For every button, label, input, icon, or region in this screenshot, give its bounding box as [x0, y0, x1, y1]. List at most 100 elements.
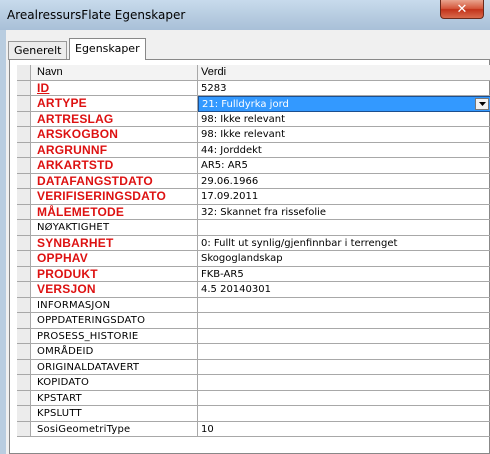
- property-value-cell[interactable]: [198, 360, 490, 375]
- property-row[interactable]: ARSKOGBON 98: Ikke relevant: [17, 127, 490, 143]
- tab-egenskaper[interactable]: Egenskaper: [69, 38, 146, 60]
- row-selector[interactable]: [17, 344, 31, 360]
- row-selector[interactable]: [17, 282, 31, 298]
- property-value-cell[interactable]: [198, 298, 490, 313]
- row-selector[interactable]: [17, 189, 31, 205]
- property-name: OMRÅDEID: [37, 346, 94, 357]
- property-row[interactable]: OMRÅDEID: [17, 344, 490, 360]
- property-value-cell[interactable]: Skogoglandskap: [198, 251, 490, 267]
- property-value: Skogoglandskap: [201, 253, 283, 264]
- row-selector[interactable]: [17, 421, 31, 437]
- property-name: PROSESS_HISTORIE: [37, 330, 139, 342]
- property-value-cell[interactable]: [198, 344, 490, 360]
- row-selector[interactable]: [17, 127, 31, 143]
- row-selector[interactable]: [17, 173, 31, 189]
- property-row[interactable]: OPPHAV Skogoglandskap: [17, 251, 490, 267]
- property-row[interactable]: PROSESS_HISTORIE: [17, 328, 490, 344]
- property-value-cell[interactable]: 32: Skannet fra rissefolie: [198, 205, 490, 220]
- property-row[interactable]: ARGRUNNF 44: Jorddekt: [17, 142, 490, 158]
- row-selector[interactable]: [17, 158, 31, 174]
- property-row[interactable]: DATAFANGSTDATO 29.06.1966: [17, 173, 490, 189]
- chevron-down-icon: [478, 102, 486, 106]
- property-value: 17.09.2011: [201, 191, 259, 202]
- property-value: 44: Jorddekt: [201, 144, 262, 156]
- property-row[interactable]: KOPIDATO: [17, 375, 490, 391]
- row-selector[interactable]: [17, 111, 31, 127]
- property-value-cell[interactable]: 98: Ikke relevant: [198, 112, 490, 127]
- property-row[interactable]: INFORMASJON: [17, 297, 490, 313]
- property-value-cell[interactable]: 44: Jorddekt: [198, 143, 490, 158]
- property-value-cell[interactable]: 4.5 20140301: [198, 282, 490, 298]
- close-button[interactable]: ✕: [440, 0, 484, 19]
- property-value-cell[interactable]: [198, 313, 490, 329]
- property-name: DATAFANGSTDATO: [37, 173, 153, 188]
- property-name: ARSKOGBON: [37, 127, 119, 141]
- row-selector[interactable]: [17, 313, 31, 329]
- property-name-cell: PROSESS_HISTORIE: [31, 328, 198, 344]
- property-value-cell[interactable]: 21: Fulldyrka jord: [198, 96, 490, 112]
- row-selector[interactable]: [17, 266, 31, 282]
- property-value-cell[interactable]: FKB-AR5: [198, 267, 490, 282]
- property-value-cell[interactable]: [198, 329, 490, 344]
- property-row[interactable]: MÅLEMETODE 32: Skannet fra rissefolie: [17, 204, 490, 220]
- property-grid: Navn Verdi ID 5283 ARTYPE 21: Fulldyrka jor…: [17, 65, 490, 437]
- property-value-cell[interactable]: [198, 391, 490, 406]
- property-value-cell[interactable]: [198, 375, 490, 391]
- row-selector[interactable]: [17, 297, 31, 313]
- row-selector[interactable]: [17, 375, 31, 391]
- row-selector[interactable]: [17, 251, 31, 267]
- row-selector[interactable]: [17, 406, 31, 422]
- row-selector[interactable]: [17, 328, 31, 344]
- property-name: VERIFISERINGSDATO: [37, 189, 166, 203]
- property-row[interactable]: VERIFISERINGSDATO 17.09.2011: [17, 189, 490, 205]
- dialog-client-area: Generelt Egenskaper Navn Verdi ID 5283 ART…: [6, 30, 490, 454]
- property-row[interactable]: OPPDATERINGSDATO: [17, 313, 490, 329]
- property-value: 21: Fulldyrka jord: [202, 99, 289, 110]
- property-value-cell[interactable]: 29.06.1966: [198, 174, 490, 189]
- property-value-cell[interactable]: 98: Ikke relevant: [198, 127, 490, 143]
- property-name: ARGRUNNF: [37, 142, 108, 157]
- property-value-cell[interactable]: [198, 220, 490, 236]
- row-selector[interactable]: [17, 235, 31, 251]
- row-selector[interactable]: [17, 142, 31, 158]
- property-value-cell[interactable]: AR5: AR5: [198, 158, 490, 174]
- property-row[interactable]: VERSJON 4.5 20140301: [17, 282, 490, 298]
- row-selector[interactable]: [17, 390, 31, 406]
- property-name: ARTRESLAG: [37, 111, 114, 126]
- property-row[interactable]: ARTYPE 21: Fulldyrka jord: [17, 96, 490, 112]
- property-value-cell[interactable]: 0: Fullt ut synlig/gjenfinnbar i terreng…: [198, 236, 490, 251]
- column-header-name[interactable]: Navn: [31, 65, 198, 81]
- row-selector[interactable]: [17, 96, 31, 112]
- property-row[interactable]: ID 5283: [17, 80, 490, 96]
- row-selector[interactable]: [17, 220, 31, 236]
- property-row[interactable]: ORIGINALDATAVERT: [17, 359, 490, 375]
- property-row[interactable]: ARKARTSTD AR5: AR5: [17, 158, 490, 174]
- column-header-value[interactable]: Verdi: [198, 65, 490, 81]
- property-value-cell[interactable]: [198, 406, 490, 422]
- property-row[interactable]: PRODUKT FKB-AR5: [17, 266, 490, 282]
- property-value: 29.06.1966: [201, 175, 259, 187]
- property-value-cell[interactable]: 5283: [198, 81, 490, 96]
- row-selector[interactable]: [17, 359, 31, 375]
- property-value-cell[interactable]: 17.09.2011: [198, 189, 490, 205]
- property-row[interactable]: SosiGeometriType 10: [17, 421, 490, 437]
- row-selector[interactable]: [17, 204, 31, 220]
- property-name-cell: SYNBARHET: [31, 235, 198, 251]
- property-name-cell: VERIFISERINGSDATO: [31, 189, 198, 205]
- row-selector[interactable]: [17, 80, 31, 96]
- property-name: ARKARTSTD: [37, 158, 114, 172]
- property-row[interactable]: NØYAKTIGHET: [17, 220, 490, 236]
- property-name-cell: ARKARTSTD: [31, 158, 198, 174]
- property-name-cell: NØYAKTIGHET: [31, 220, 198, 236]
- property-row[interactable]: SYNBARHET 0: Fullt ut synlig/gjenfinnbar …: [17, 235, 490, 251]
- property-value: 98: Ikke relevant: [201, 129, 286, 140]
- property-value: AR5: AR5: [201, 160, 248, 171]
- property-name: ID: [37, 80, 50, 95]
- value-dropdown-button[interactable]: [475, 98, 489, 110]
- property-row[interactable]: KPSLUTT: [17, 406, 490, 422]
- property-name-cell: OPPDATERINGSDATO: [31, 313, 198, 329]
- property-value-cell[interactable]: 10: [198, 422, 490, 437]
- property-row[interactable]: ARTRESLAG 98: Ikke relevant: [17, 111, 490, 127]
- tab-generelt[interactable]: Generelt: [8, 41, 68, 60]
- property-row[interactable]: KPSTART: [17, 390, 490, 406]
